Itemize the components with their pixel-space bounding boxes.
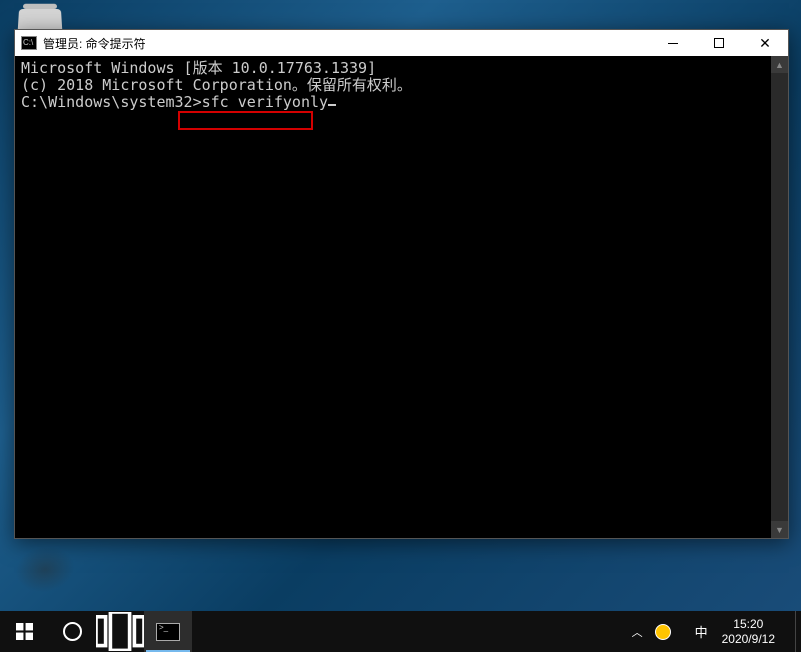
cortana-button[interactable]	[48, 611, 96, 652]
scroll-down-button[interactable]: ▼	[771, 521, 788, 538]
clock-button[interactable]: 15:20 2020/9/12	[714, 611, 783, 652]
task-view-icon	[96, 612, 144, 650]
system-tray: ︿ 中 15:20 2020/9/12	[614, 611, 801, 652]
task-view-button[interactable]	[96, 611, 144, 652]
cmd-taskbar-icon: >_	[156, 623, 180, 641]
maximize-button[interactable]	[696, 30, 742, 56]
scrollbar[interactable]: ▲ ▼	[771, 56, 788, 538]
terminal-prompt: C:\Windows\system32>	[21, 93, 202, 111]
clock-date: 2020/9/12	[722, 632, 775, 647]
windows-icon	[16, 623, 33, 640]
close-button[interactable]: ✕	[742, 30, 788, 56]
taskbar-app-cmd[interactable]: >_	[144, 611, 192, 652]
cmd-icon: C:\	[21, 36, 37, 50]
people-button[interactable]	[614, 611, 626, 652]
scroll-track[interactable]	[771, 73, 788, 521]
cmd-window: C:\ 管理员: 命令提示符 ✕ Microsoft Windows [版本 1…	[14, 29, 789, 539]
wallpaper-decoration	[12, 542, 79, 597]
maximize-icon	[714, 38, 724, 48]
scroll-up-button[interactable]: ▲	[771, 56, 788, 73]
action-center-button[interactable]	[783, 611, 795, 652]
volume-button[interactable]	[677, 611, 689, 652]
close-icon: ✕	[759, 36, 771, 50]
ime-indicator: 中	[695, 622, 708, 641]
cursor-icon	[328, 104, 336, 106]
cortana-icon	[63, 622, 82, 641]
terminal-body[interactable]: Microsoft Windows [版本 10.0.17763.1339](c…	[15, 56, 788, 538]
ime-button[interactable]: 中	[689, 611, 714, 652]
terminal-prompt-line: C:\Windows\system32>sfc verifyonly	[21, 94, 782, 111]
minimize-button[interactable]	[650, 30, 696, 56]
clock-time: 15:20	[733, 617, 763, 632]
window-controls: ✕	[650, 30, 788, 56]
tray-overflow-button[interactable]: ︿	[626, 611, 649, 652]
security-icon	[655, 624, 671, 640]
window-title: 管理员: 命令提示符	[43, 35, 650, 52]
titlebar[interactable]: C:\ 管理员: 命令提示符 ✕	[15, 30, 788, 56]
start-button[interactable]	[0, 611, 48, 652]
show-desktop-button[interactable]	[795, 611, 801, 652]
taskbar-left: >_	[0, 611, 192, 652]
terminal-command[interactable]: sfc verifyonly	[202, 93, 328, 111]
minimize-icon	[668, 43, 678, 44]
taskbar: >_ ︿ 中 15:20	[0, 611, 801, 652]
security-center-button[interactable]	[649, 611, 677, 652]
command-highlight	[178, 111, 313, 130]
terminal-line-copyright: (c) 2018 Microsoft Corporation。保留所有权利。	[21, 77, 782, 94]
chevron-up-icon: ︿	[632, 624, 643, 640]
terminal-line-version: Microsoft Windows [版本 10.0.17763.1339]	[21, 60, 782, 77]
